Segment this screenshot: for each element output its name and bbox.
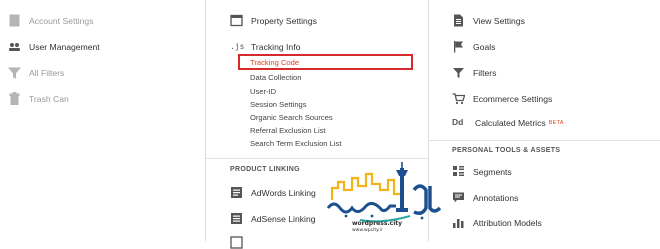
calculated-metrics-label: Calculated Metrics	[475, 117, 546, 128]
wordpress-city-watermark: wordpress.city www.wpcity.ir	[322, 160, 444, 240]
annotations-label: Annotations	[473, 192, 519, 203]
search-term-exclusion-list-link[interactable]: Search Term Exclusion List	[250, 139, 341, 148]
bar-chart-icon	[452, 216, 465, 229]
filters-label: Filters	[473, 67, 497, 78]
flag-icon	[452, 40, 465, 53]
section-divider	[429, 140, 660, 141]
adwords-linking-label: AdWords Linking	[251, 187, 316, 198]
referral-exclusion-list-link[interactable]: Referral Exclusion List	[250, 126, 326, 135]
tracking-code-link[interactable]: Tracking Code	[250, 58, 299, 67]
segments-label: Segments	[473, 166, 512, 177]
session-settings-link[interactable]: Session Settings	[250, 100, 307, 109]
cart-icon	[452, 92, 465, 105]
dd-icon: Dd	[452, 117, 464, 127]
calculated-metrics-item[interactable]: Dd Calculated Metrics BETA	[452, 116, 564, 129]
building-icon	[8, 14, 21, 27]
partial-item-icon	[230, 236, 251, 249]
all-filters-item[interactable]: All Filters	[8, 66, 64, 79]
annotations-item[interactable]: Annotations	[452, 191, 518, 204]
adsense-icon	[230, 212, 243, 225]
view-settings-item[interactable]: View Settings	[452, 14, 525, 27]
beta-badge: BETA	[548, 119, 564, 126]
trash-can-label: Trash Can	[29, 93, 69, 104]
tracking-info-label: Tracking Info	[251, 41, 301, 52]
filters-item[interactable]: Filters	[452, 66, 496, 79]
product-linking-header: PRODUCT LINKING	[230, 166, 300, 173]
watermark-text: wordpress.city	[352, 220, 403, 227]
user-id-link[interactable]: User-ID	[250, 87, 276, 96]
filter-icon	[452, 66, 465, 79]
account-settings-item[interactable]: Account Settings	[8, 14, 94, 27]
property-settings-label: Property Settings	[251, 15, 317, 26]
window-icon	[230, 14, 243, 27]
attribution-models-item[interactable]: Attribution Models	[452, 216, 542, 229]
partial-icon	[230, 236, 243, 249]
personal-tools-header: PERSONAL TOOLS & ASSETS	[452, 147, 561, 154]
filter-icon	[8, 66, 21, 79]
city-skyline-logo	[326, 162, 442, 223]
attribution-models-label: Attribution Models	[473, 217, 542, 228]
goals-item[interactable]: Goals	[452, 40, 495, 53]
js-icon: .js	[230, 42, 245, 51]
trash-icon	[8, 92, 21, 105]
trash-can-item[interactable]: Trash Can	[8, 92, 69, 105]
segments-icon	[452, 165, 465, 178]
adsense-linking-label: AdSense Linking	[251, 213, 316, 224]
watermark-subtext: www.wpcity.ir	[352, 228, 383, 233]
segments-item[interactable]: Segments	[452, 165, 512, 178]
ecommerce-settings-label: Ecommerce Settings	[473, 93, 553, 104]
user-management-item[interactable]: User Management	[8, 40, 100, 53]
property-settings-item[interactable]: Property Settings	[230, 14, 317, 27]
account-settings-label: Account Settings	[29, 15, 94, 26]
adwords-icon	[230, 186, 243, 199]
view-settings-label: View Settings	[473, 15, 525, 26]
goals-label: Goals	[473, 41, 496, 52]
account-column: Account Settings User Management All Fil…	[0, 0, 205, 241]
ecommerce-settings-item[interactable]: Ecommerce Settings	[452, 92, 552, 105]
users-icon	[8, 40, 21, 53]
annotation-icon	[452, 191, 465, 204]
section-divider	[206, 158, 428, 159]
data-collection-link[interactable]: Data Collection	[250, 73, 302, 82]
organic-search-sources-link[interactable]: Organic Search Sources	[250, 113, 333, 122]
adwords-linking-item[interactable]: AdWords Linking	[230, 186, 316, 199]
all-filters-label: All Filters	[29, 67, 65, 78]
user-management-label: User Management	[29, 41, 100, 52]
document-icon	[452, 14, 465, 27]
adsense-linking-item[interactable]: AdSense Linking	[230, 212, 316, 225]
tracking-info-item[interactable]: .js Tracking Info	[230, 40, 300, 53]
